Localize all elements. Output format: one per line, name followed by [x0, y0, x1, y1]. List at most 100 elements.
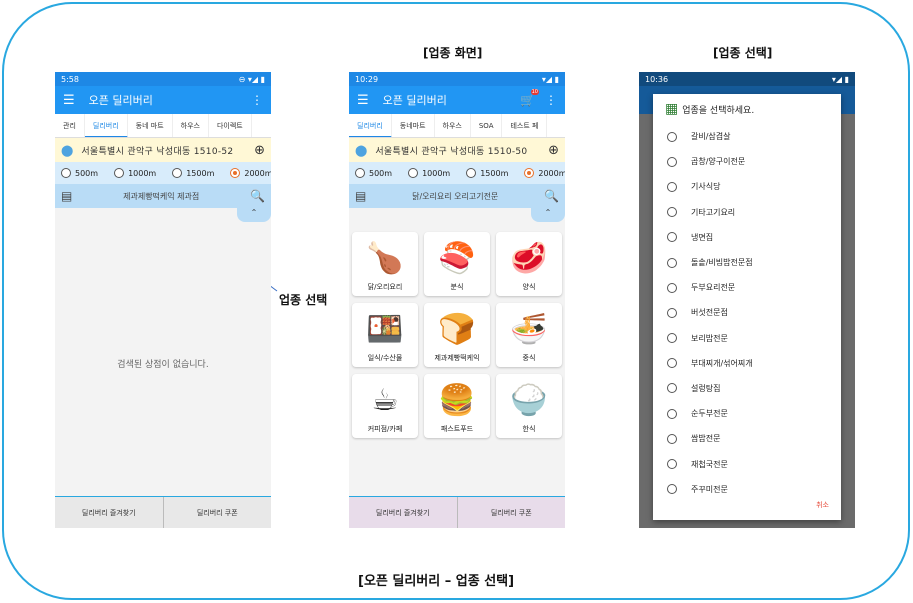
search-icon[interactable]: 🔍 — [544, 189, 559, 203]
category-option[interactable]: 설렁탕집 — [653, 376, 841, 401]
tab-local-mart[interactable]: 동네마트 — [392, 114, 435, 137]
category-option[interactable]: 돌솥/비빔밥전문점 — [653, 250, 841, 275]
menu-icon[interactable]: ☰ — [357, 93, 369, 108]
menu-icon[interactable]: ☰ — [63, 93, 75, 108]
radio-500m[interactable]: 500m — [355, 168, 392, 178]
chevron-up-icon[interactable]: ⌃ — [531, 208, 565, 222]
category-option[interactable]: 기타고기요리 — [653, 200, 841, 225]
category-option[interactable]: 냉면집 — [653, 225, 841, 250]
tab-soa[interactable]: SOA — [471, 114, 503, 137]
collapse-tab[interactable]: ⌃ — [349, 208, 565, 222]
category-option[interactable]: 갈비/삼겹살 — [653, 124, 841, 149]
chevron-up-icon[interactable]: ⌃ — [237, 208, 271, 222]
status-bar: 10:36 ▾◢ ▮ — [639, 72, 855, 86]
category-text[interactable]: 제과제빵떡케익 제과점 — [72, 191, 250, 202]
category-tile[interactable]: 🍞 제과제빵떡케익 — [424, 303, 490, 367]
category-option[interactable]: 버섯전문점 — [653, 300, 841, 325]
tab-house[interactable]: 하우스 — [173, 114, 209, 137]
option-label: 돌솥/비빔밥전문점 — [691, 258, 753, 268]
address-bar[interactable]: ⬤ 서울특별시 관악구 낙성대동 1510-52 ⊕ — [55, 138, 271, 162]
radio-label: 1500m — [186, 168, 215, 178]
radio-2000m[interactable]: 2000m — [524, 168, 565, 178]
option-label: 두부요리전문 — [691, 283, 736, 293]
radio-circle — [667, 181, 677, 192]
more-icon[interactable]: ⋮ — [545, 93, 557, 107]
tab-house[interactable]: 하우스 — [435, 114, 471, 137]
list-icon[interactable]: ▤ — [355, 189, 366, 203]
phone-category-screen: 10:29 ▾◢ ▮ ☰ 오픈 딜리버리 🛒 10 ⋮ 딜리버리 동네마트 하우스 SOA… — [349, 72, 565, 528]
category-option[interactable]: 기사식당 — [653, 174, 841, 199]
radio-2000m[interactable]: 2000m — [230, 168, 271, 178]
category-option[interactable]: 보리밥전문 — [653, 326, 841, 351]
category-tile[interactable]: 🍚 한식 — [496, 374, 562, 438]
category-tile[interactable]: 🍜 중식 — [496, 303, 562, 367]
category-label: 커피점/카페 — [367, 425, 403, 433]
category-option[interactable]: 순두부전문 — [653, 401, 841, 426]
burger-icon: 🍔 — [438, 383, 476, 418]
tab-delivery[interactable]: 딜리버리 — [84, 114, 128, 137]
tab-delivery[interactable]: 딜리버리 — [349, 114, 392, 137]
search-icon[interactable]: 🔍 — [250, 189, 265, 203]
radio-1000m[interactable]: 1000m — [114, 168, 156, 178]
category-option[interactable]: 곱창/양구이전문 — [653, 149, 841, 174]
coupon-button[interactable]: 딜리버리 쿠폰 — [164, 497, 272, 528]
category-tile[interactable]: 🍣 분식 — [424, 232, 490, 296]
radio-label: 2000m — [244, 168, 271, 178]
gps-icon[interactable]: ⊕ — [254, 143, 265, 158]
category-option[interactable]: 부대찌개/섞어찌개 — [653, 351, 841, 376]
radio-circle — [172, 168, 183, 178]
more-icon[interactable]: ⋮ — [251, 93, 263, 107]
radio-label: 500m — [75, 168, 99, 178]
radio-circle — [667, 408, 677, 419]
grid-icon: ▦ — [665, 101, 679, 117]
category-label: 분식 — [450, 283, 464, 291]
category-search-row: ▤ 닭/오리요리 오리고기전문 🔍 — [349, 184, 565, 208]
category-tile[interactable]: ☕ 커피점/카페 — [352, 374, 418, 438]
category-option[interactable]: 주꾸미전문 — [653, 477, 841, 502]
noodle-icon: 🍜 — [510, 312, 548, 347]
gps-icon[interactable]: ⊕ — [548, 143, 559, 158]
category-tile[interactable]: 🍱 일식/수산물 — [352, 303, 418, 367]
coupon-button[interactable]: 딜리버리 쿠폰 — [458, 497, 566, 528]
tab-direct[interactable]: 다이렉트 — [209, 114, 252, 137]
cancel-button[interactable]: 취소 — [816, 500, 829, 510]
list-icon[interactable]: ▤ — [61, 189, 72, 203]
cart-badge: 10 — [530, 89, 539, 95]
category-tile[interactable]: 🥩 양식 — [496, 232, 562, 296]
option-list: 갈비/삼겹살곱창/양구이전문기사식당기타고기요리냉면집돌솥/비빔밥전문점두부요리… — [653, 124, 841, 502]
cart-icon[interactable]: 🛒 10 — [520, 89, 539, 107]
option-label: 기사식당 — [691, 182, 721, 192]
radio-circle — [667, 484, 677, 495]
address-bar[interactable]: ⬤ 서울특별시 관악구 낙성대동 1510-50 ⊕ — [349, 138, 565, 162]
tab-test[interactable]: 테스트 페 — [502, 114, 548, 137]
category-label: 중식 — [522, 354, 536, 362]
radio-500m[interactable]: 500m — [61, 168, 98, 178]
category-text[interactable]: 닭/오리요리 오리고기전문 — [366, 191, 544, 202]
rice-bowl-icon: 🍚 — [510, 383, 548, 418]
category-tile[interactable]: 🍗 닭/오리요리 — [352, 232, 418, 296]
radio-1500m[interactable]: 1500m — [172, 168, 214, 178]
radio-1000m[interactable]: 1000m — [408, 168, 450, 178]
option-label: 순두부전문 — [691, 409, 728, 419]
radio-1500m[interactable]: 1500m — [466, 168, 508, 178]
tab-local-mart[interactable]: 동네 마트 — [128, 114, 173, 137]
radio-circle — [114, 168, 125, 178]
category-label: 패스트푸드 — [440, 425, 474, 433]
category-option[interactable]: 재첩국전문 — [653, 451, 841, 476]
category-option[interactable]: 쌈밥전문 — [653, 426, 841, 451]
category-option[interactable]: 두부요리전문 — [653, 275, 841, 300]
collapse-tab[interactable]: ⌃ — [55, 208, 271, 222]
favorites-button[interactable]: 딜리버리 즐겨찾기 — [55, 497, 164, 528]
option-label: 갈비/삼겹살 — [691, 132, 731, 142]
option-label: 냉면집 — [691, 232, 714, 242]
location-pin-icon: ⬤ — [355, 143, 368, 157]
radio-circle — [667, 433, 677, 444]
category-tile[interactable]: 🍔 패스트푸드 — [424, 374, 490, 438]
radio-circle — [667, 383, 677, 394]
category-label: 일식/수산물 — [367, 354, 403, 362]
status-time: 5:58 — [61, 74, 79, 84]
favorites-button[interactable]: 딜리버리 즐겨찾기 — [349, 497, 458, 528]
tab-manage[interactable]: 관리 — [55, 114, 85, 137]
radio-circle — [355, 168, 365, 178]
radio-circle — [230, 168, 241, 178]
